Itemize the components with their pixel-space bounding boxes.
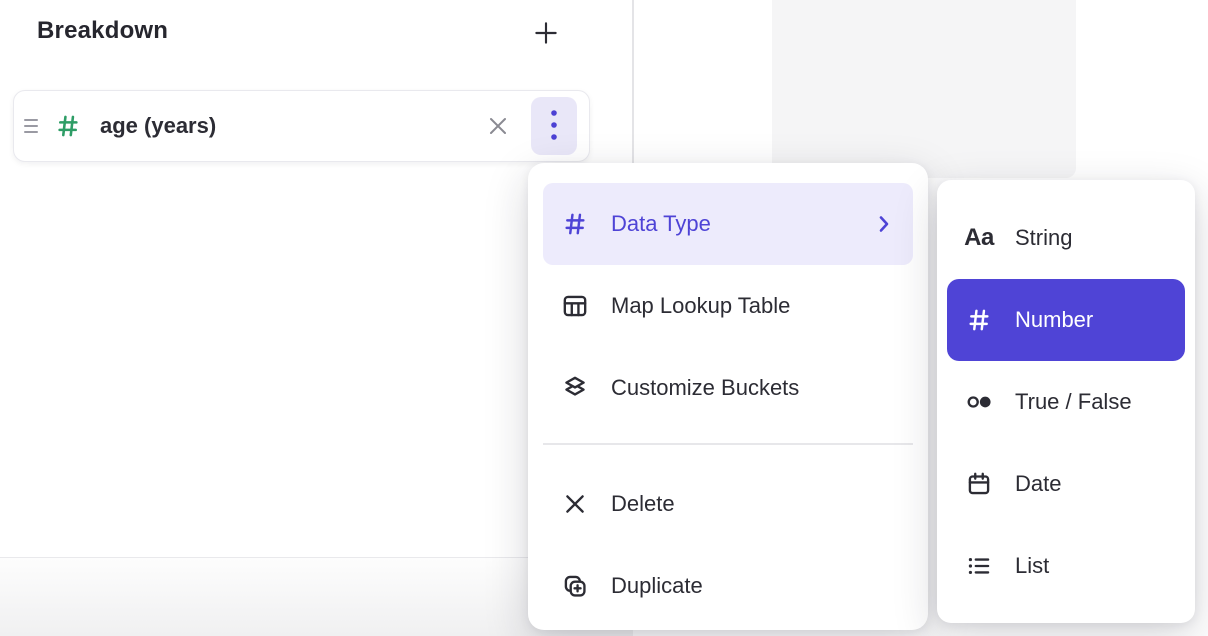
breakdown-options-menu: Data Type Map Lookup Table [528,163,928,630]
submenu-item-label: String [1015,225,1072,251]
submenu-item-date[interactable]: Date [947,443,1185,525]
more-options-kebab-button[interactable] [531,97,577,155]
menu-item-label: Customize Buckets [611,375,799,401]
table-icon [557,288,593,324]
menu-item-duplicate[interactable]: Duplicate [543,545,913,627]
chevron-right-icon [877,214,891,234]
circles-icon [961,384,997,420]
submenu-item-true-false[interactable]: True / False [947,361,1185,443]
buckets-icon [557,370,593,406]
breakdown-property-card[interactable]: age (years) [13,90,590,162]
submenu-item-list[interactable]: List [947,525,1185,607]
number-type-hash-icon [53,111,83,141]
submenu-item-label: True / False [1015,389,1132,415]
remove-breakdown-button[interactable] [485,113,511,139]
submenu-item-string[interactable]: Aa String [947,197,1185,279]
breakdown-property-label: age (years) [100,113,216,139]
string-aa-icon: Aa [961,220,997,256]
hash-icon [961,302,997,338]
hash-icon [557,206,593,242]
menu-item-customize-buckets[interactable]: Customize Buckets [543,347,913,429]
menu-divider [543,443,913,445]
data-type-submenu: Aa String Number True / False [937,180,1195,623]
breakdown-section-title: Breakdown [37,17,168,45]
drag-handle-icon[interactable] [24,119,40,133]
duplicate-icon [557,568,593,604]
menu-item-label: Data Type [611,211,711,237]
submenu-item-label: Number [1015,307,1093,333]
add-breakdown-button[interactable] [529,16,563,50]
menu-item-map-lookup-table[interactable]: Map Lookup Table [543,265,913,347]
submenu-item-label: Date [1015,471,1061,497]
menu-item-label: Delete [611,491,675,517]
menu-item-label: Duplicate [611,573,703,599]
calendar-icon [961,466,997,502]
breakdown-settings-screen: Breakdown age (years) [0,0,1208,636]
submenu-item-label: List [1015,553,1049,579]
menu-item-delete[interactable]: Delete [543,463,913,545]
list-icon [961,548,997,584]
menu-item-label: Map Lookup Table [611,293,790,319]
menu-item-data-type[interactable]: Data Type [543,183,913,265]
plus-icon [531,18,561,48]
submenu-item-number[interactable]: Number [947,279,1185,361]
x-icon [557,486,593,522]
chart-placeholder-block [772,0,1076,178]
